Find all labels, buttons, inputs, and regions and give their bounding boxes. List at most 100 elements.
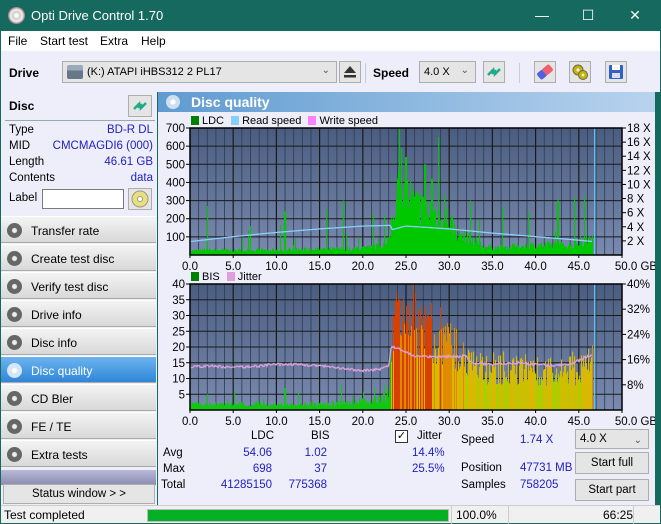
ldc-bar — [262, 248, 264, 255]
bis-bar — [458, 361, 460, 410]
bis-bar — [209, 402, 211, 410]
bis-bar — [312, 400, 314, 410]
x-tick-label: 40.0 — [524, 261, 546, 273]
disc-label-button[interactable] — [128, 188, 152, 210]
ldc-bar — [267, 249, 269, 255]
ldc-bar — [459, 228, 461, 255]
bis-bar — [241, 402, 243, 410]
ldc-bar — [450, 219, 452, 255]
disc-refresh-button[interactable] — [128, 95, 152, 117]
nav-disc-quality[interactable]: Disc quality — [1, 356, 156, 383]
menu-start-test[interactable]: Start test — [40, 34, 88, 48]
jitter-checkbox[interactable]: ✓ — [395, 430, 408, 443]
nav-label: Transfer rate — [31, 224, 100, 238]
bis-bar — [526, 361, 528, 410]
ldc-bar — [496, 248, 498, 255]
ldc-bar — [206, 248, 208, 255]
test-speed-select[interactable]: 4.0 X ⌄ — [575, 429, 649, 449]
ldc-bar — [579, 245, 581, 255]
bis-bar — [393, 351, 395, 410]
disc-label-input[interactable] — [42, 189, 124, 209]
ldc-bar — [457, 241, 459, 255]
bis-bar — [323, 403, 325, 410]
bis-bar — [452, 357, 454, 410]
bis-bar — [553, 381, 555, 410]
bis-bar — [439, 331, 441, 410]
bis-bar — [434, 334, 436, 410]
bis-bar — [565, 365, 567, 410]
ldc-bar — [402, 206, 404, 255]
eject-button[interactable] — [339, 61, 361, 83]
nav-extra-tests[interactable]: Extra tests — [1, 440, 156, 467]
bis-bar — [446, 341, 448, 410]
ldc-bar — [580, 236, 582, 255]
nav-verify-test-disc[interactable]: Verify test disc — [1, 272, 156, 299]
nav-fe-te[interactable]: FE / TE — [1, 412, 156, 439]
speed-label: Speed — [373, 66, 410, 80]
ldc-bar — [196, 249, 198, 255]
menu-help[interactable]: Help — [141, 34, 166, 48]
bis-bar — [541, 377, 543, 410]
ldc-bar — [247, 248, 249, 255]
bis-bar — [478, 377, 480, 410]
bis-bar — [242, 404, 244, 410]
nav-disc-info[interactable]: Disc info — [1, 328, 156, 355]
bis-bar — [473, 351, 475, 410]
stats-max-bis: 37 — [314, 463, 327, 475]
status-window-button[interactable]: Status window > > — [3, 484, 155, 504]
ldc-bar — [384, 215, 386, 255]
ldc-bar — [363, 246, 365, 255]
bis-bar — [580, 382, 582, 410]
bis-bar — [583, 355, 585, 410]
ldc-bar — [523, 245, 525, 255]
bis-bar — [522, 360, 524, 410]
speed-select[interactable]: 4.0 X ⌄ — [419, 61, 476, 83]
bis-bar — [535, 373, 537, 410]
settings-button[interactable] — [569, 61, 591, 83]
ldc-bar — [572, 247, 574, 255]
close-button[interactable]: ✕ — [612, 0, 658, 31]
ldc-bar — [194, 249, 196, 255]
ldc-bar — [410, 181, 412, 255]
bis-bar — [195, 402, 197, 410]
disc-length-value: 46.61 GB — [104, 156, 153, 168]
bis-bar — [401, 336, 403, 410]
nav-drive-info[interactable]: Drive info — [1, 300, 156, 327]
bis-bar — [414, 329, 416, 410]
drive-select[interactable]: (K:) ATAPI iHBS312 2 PL17 ⌄ — [62, 61, 337, 83]
bis-bar — [514, 365, 516, 410]
y-tick-label: 15 — [172, 358, 185, 370]
ldc-bar — [463, 233, 465, 255]
nav-create-test-disc[interactable]: Create test disc — [1, 244, 156, 271]
start-part-button[interactable]: Start part — [575, 479, 649, 501]
nav-transfer-rate[interactable]: Transfer rate — [1, 216, 156, 243]
bis-bar — [567, 371, 569, 410]
save-button[interactable] — [605, 61, 627, 83]
nav-cd-bler[interactable]: CD Bler — [1, 384, 156, 411]
bis-bar — [290, 403, 292, 410]
ldc-bar — [381, 247, 383, 255]
refresh-button[interactable] — [483, 61, 505, 83]
ldc-bar — [522, 245, 524, 255]
bis-bar — [374, 388, 376, 410]
ldc-bar — [290, 249, 292, 255]
erase-button[interactable] — [534, 61, 556, 83]
ldc-bar — [326, 209, 328, 255]
ldc-bar — [461, 234, 463, 255]
maximize-button[interactable]: ☐ — [565, 0, 611, 31]
ldc-bar — [230, 249, 232, 255]
bis-bar — [487, 384, 489, 410]
divider — [5, 120, 155, 121]
settings-icon — [572, 64, 588, 80]
menu-file[interactable]: File — [8, 34, 27, 48]
bis-bar — [358, 403, 360, 410]
bis-bar — [476, 356, 478, 410]
x-tick-label: 20.0 — [352, 416, 374, 428]
ldc-bar — [250, 225, 252, 255]
start-full-button[interactable]: Start full — [575, 452, 649, 474]
ldc-bar — [568, 245, 570, 255]
menu-extra[interactable]: Extra — [100, 34, 128, 48]
ldc-bar — [333, 247, 335, 255]
bis-bar — [589, 371, 591, 410]
minimize-button[interactable]: — — [519, 0, 565, 31]
